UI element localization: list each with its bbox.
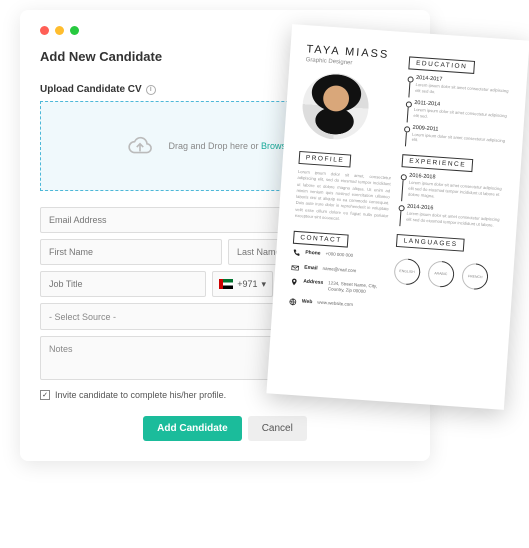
languages-heading: LANGUAGES: [396, 234, 465, 252]
profile-heading: PROFILE: [298, 151, 351, 168]
contact-heading: CONTACT: [293, 231, 349, 248]
country-code-select[interactable]: +971 ▾: [212, 271, 273, 297]
chevron-down-icon: ▾: [261, 279, 266, 290]
first-name-field[interactable]: [40, 239, 222, 265]
minimize-icon[interactable]: [55, 26, 64, 35]
resume-preview: TAYA MIASS Graphic Designer PROFILE Lore…: [266, 24, 529, 410]
close-icon[interactable]: [40, 26, 49, 35]
location-icon: [290, 278, 299, 287]
maximize-icon[interactable]: [70, 26, 79, 35]
add-candidate-button[interactable]: Add Candidate: [143, 416, 242, 441]
profile-text: Lorem ipsum dolor sit amet, consectetur …: [295, 169, 392, 226]
lang-circle: ENGLISH: [389, 253, 426, 290]
cloud-upload-icon: [124, 133, 156, 159]
lang-circle: ARABIC: [423, 255, 460, 292]
lang-circle: FRENCH: [457, 258, 494, 295]
uae-flag-icon: [219, 279, 233, 289]
info-icon[interactable]: i: [146, 85, 156, 95]
experience-heading: EXPERIENCE: [402, 154, 474, 172]
checkbox-icon: ✓: [40, 390, 50, 400]
phone-icon: [292, 249, 301, 258]
education-heading: EDUCATION: [409, 56, 475, 74]
globe-icon: [289, 298, 298, 307]
avatar: [300, 71, 370, 141]
cancel-button[interactable]: Cancel: [248, 416, 307, 441]
email-icon: [291, 264, 300, 273]
job-title-field[interactable]: [40, 271, 206, 297]
